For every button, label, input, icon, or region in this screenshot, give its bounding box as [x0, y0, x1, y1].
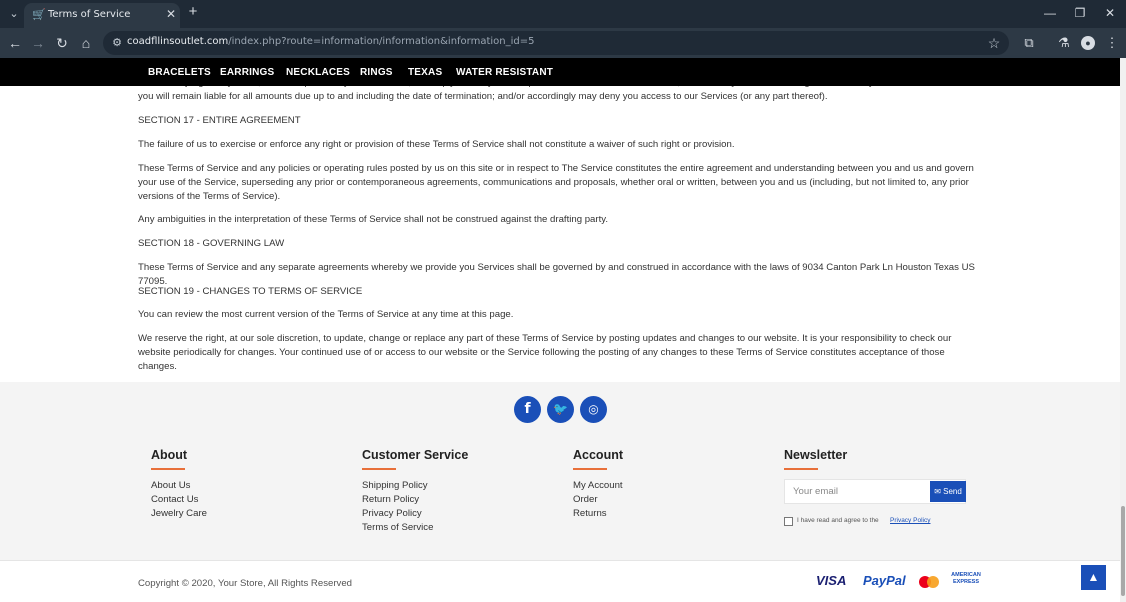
section-heading: SECTION 18 - GOVERNING LAW	[138, 238, 285, 249]
footer-link-order[interactable]: Order	[573, 494, 598, 505]
footer-newsletter-title: Newsletter	[784, 448, 848, 462]
newsletter-send-button[interactable]: ✉ Send	[930, 481, 966, 502]
twitter-icon[interactable]: 🐦	[547, 396, 574, 423]
close-tab-icon[interactable]: ✕	[164, 7, 178, 21]
browser-menu-icon[interactable]: ⋮	[1102, 33, 1122, 53]
privacy-agree-text: I have read and agree to the	[797, 517, 879, 524]
site-nav: BRACELETS EARRINGS NECKLACES RINGS TEXAS…	[0, 58, 1126, 86]
footer-link-return-policy[interactable]: Return Policy	[362, 494, 419, 505]
mail-icon: ✉	[934, 487, 941, 496]
footer-customer-service-title: Customer Service	[362, 448, 469, 462]
newsletter-form: ✉ Send	[784, 479, 966, 504]
home-icon[interactable]: ⌂	[76, 33, 96, 53]
profile-avatar-icon[interactable]: ●	[1081, 36, 1095, 50]
footer-link-shipping-policy[interactable]: Shipping Policy	[362, 480, 428, 491]
section-heading: SECTION 19 - CHANGES TO TERMS OF SERVICE	[138, 286, 363, 297]
footer-about-title: About	[151, 448, 188, 462]
mastercard-icon	[919, 576, 939, 588]
footer-bottom-bar: Copyright © 2020, Your Store, All Rights…	[0, 560, 1120, 602]
browser-toolbar: ← → ↻ ⌂ ⚙ coadfllinsoutlet.com/index.php…	[0, 28, 1126, 58]
privacy-policy-link[interactable]: Privacy Policy	[890, 517, 930, 524]
forward-icon[interactable]: →	[28, 33, 48, 53]
new-tab-icon[interactable]: +	[185, 4, 201, 20]
amex-logo: AMERICAN EXPRESS	[951, 572, 981, 585]
terms-paragraph: You can review the most current version …	[138, 309, 514, 320]
extensions-icon[interactable]: ⧉	[1019, 33, 1039, 53]
nav-earrings[interactable]: EARRINGS	[220, 67, 274, 78]
footer-link-about-us[interactable]: About Us	[151, 480, 190, 491]
send-label: Send	[943, 487, 962, 496]
url-text[interactable]: coadfllinsoutlet.com/index.php?route=inf…	[127, 36, 535, 47]
privacy-agree-checkbox[interactable]	[784, 517, 793, 526]
close-window-icon[interactable]: ✕	[1100, 4, 1120, 22]
scrollbar-thumb[interactable]	[1121, 506, 1125, 596]
scroll-to-top-button[interactable]: ▲	[1081, 565, 1106, 590]
arrow-up-icon: ▲	[1087, 570, 1100, 584]
footer-account-title: Account	[573, 448, 623, 462]
tab-search-icon[interactable]: ⌄	[5, 5, 23, 23]
site-info-icon[interactable]: ⚙	[110, 36, 124, 50]
title-underline	[573, 468, 607, 470]
title-underline	[362, 468, 396, 470]
terms-paragraph: Any ambiguities in the interpretation of…	[138, 214, 608, 225]
nav-water-resistant[interactable]: WATER RESISTANT	[456, 67, 553, 78]
terms-content: In our sole judgment you fail, or we sus…	[0, 86, 1120, 382]
section-heading: SECTION 17 - ENTIRE AGREEMENT	[138, 115, 301, 126]
restore-icon[interactable]: ❐	[1070, 4, 1090, 22]
copyright-text: Copyright © 2020, Your Store, All Rights…	[138, 578, 352, 589]
nav-necklaces[interactable]: NECKLACES	[286, 67, 350, 78]
site-footer: f 🐦 ◎ About About Us Contact Us Jewelry …	[0, 382, 1120, 602]
page-scrollbar[interactable]	[1120, 58, 1126, 602]
paypal-logo: PayPal	[863, 573, 906, 588]
title-underline	[784, 468, 818, 470]
reload-icon[interactable]: ↻	[52, 33, 72, 53]
nav-rings[interactable]: RINGS	[360, 67, 393, 78]
instagram-icon[interactable]: ◎	[580, 396, 607, 423]
favicon-icon: 🛒	[32, 9, 46, 21]
tab-title: Terms of Service	[48, 9, 131, 20]
visa-logo: VISA	[816, 573, 847, 588]
terms-paragraph: We reserve the right, at our sole discre…	[138, 333, 952, 372]
browser-tab-bar: ⌄ 🛒 Terms of Service ✕ + — ❐ ✕	[0, 0, 1126, 28]
footer-link-returns[interactable]: Returns	[573, 508, 607, 519]
nav-bracelets[interactable]: BRACELETS	[148, 67, 211, 78]
title-underline	[151, 468, 185, 470]
address-bar[interactable]: ⚙ coadfllinsoutlet.com/index.php?route=i…	[103, 31, 1009, 55]
footer-link-privacy-policy[interactable]: Privacy Policy	[362, 508, 422, 519]
nav-texas[interactable]: TEXAS	[408, 67, 442, 78]
terms-paragraph: These Terms of Service and any policies …	[138, 163, 974, 202]
labs-icon[interactable]: ⚗	[1054, 33, 1074, 53]
terms-paragraph: The failure of us to exercise or enforce…	[138, 139, 735, 150]
browser-tab[interactable]: 🛒 Terms of Service ✕	[24, 3, 180, 28]
back-icon[interactable]: ←	[5, 33, 25, 53]
terms-paragraph: In our sole judgment you fail, or we sus…	[138, 86, 975, 102]
url-domain: coadfllinsoutlet.com	[127, 36, 229, 47]
bookmark-star-icon[interactable]: ☆	[985, 34, 1003, 52]
footer-link-my-account[interactable]: My Account	[573, 480, 623, 491]
minimize-icon[interactable]: —	[1040, 4, 1060, 22]
footer-link-terms-of-service[interactable]: Terms of Service	[362, 522, 433, 533]
newsletter-email-input[interactable]	[785, 480, 927, 503]
facebook-icon[interactable]: f	[514, 396, 541, 423]
url-path: /index.php?route=information/information…	[228, 36, 535, 47]
footer-link-jewelry-care[interactable]: Jewelry Care	[151, 508, 207, 519]
footer-link-contact-us[interactable]: Contact Us	[151, 494, 198, 505]
